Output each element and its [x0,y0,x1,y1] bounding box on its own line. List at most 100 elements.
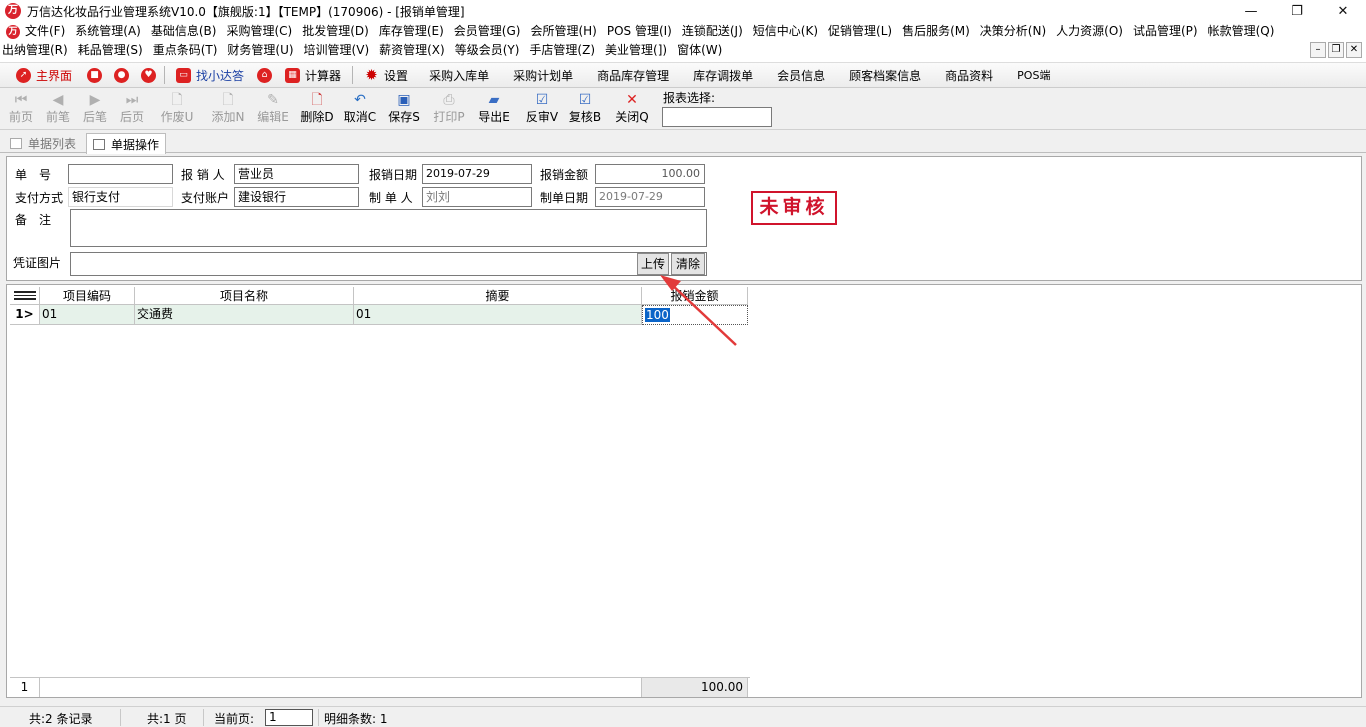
menu-item-14[interactable]: 决策分析(N) [975,22,1051,41]
menu-item-16[interactable]: 试品管理(P) [1128,22,1203,41]
grid-corner-icon[interactable] [10,287,40,305]
table-row[interactable]: 1> 01 交通费 01 100 [10,305,748,325]
col-header-name[interactable]: 项目名称 [135,287,354,305]
quick-link-3[interactable]: 商品库存管理 [585,63,681,87]
first-page-button[interactable]: ⏮ 前页 [3,91,39,129]
restore-button[interactable]: ❐ [1274,0,1320,22]
menu-item-17[interactable]: 帐款管理(Q) [1203,22,1280,41]
status-bar: 共:2 条记录 共:1 页 当前页: 1 明细条数: 1 [0,706,1366,727]
calculator-icon: ▦ [285,67,301,83]
menu-item-5[interactable]: 批发管理(D) [297,22,374,41]
menu-item-row2-2[interactable]: 耗品管理(S) [73,41,148,60]
grid-header: 项目编码 项目名称 摘要 报销金额 [10,287,748,305]
quick-link-7[interactable]: 商品资料 [933,63,1005,87]
menu-item-10[interactable]: 连锁配送(J) [677,22,748,41]
cell-amount[interactable]: 100 [642,305,748,325]
save-button[interactable]: ▣ 保存S [386,91,422,129]
menu-item-4[interactable]: 采购管理(C) [221,22,297,41]
menu-item-row2-8[interactable]: 手店管理(Z) [524,41,600,60]
tab-doc-list[interactable]: 单据列表 [4,133,82,153]
shield-button[interactable]: ♥ [135,63,162,87]
menu-item-12[interactable]: 促销管理(L) [823,22,897,41]
report-select-input[interactable] [662,107,772,127]
close-window-button[interactable]: ✕ [1320,0,1366,22]
cell-name[interactable]: 交通费 [135,305,354,325]
menu-item-11[interactable]: 短信中心(K) [748,22,823,41]
review-button[interactable]: ☑ 复核B [567,91,603,129]
menu-item-row2-3[interactable]: 重点条码(T) [148,41,223,60]
make-date-field: 2019-07-29 [595,187,705,207]
menu-item-row2-6[interactable]: 薪资管理(X) [374,41,450,60]
home-button[interactable]: ➚ 主界面 [7,63,81,87]
unaudited-stamp: 未审核 [751,191,837,225]
page-count: 共:1 页 [147,712,187,726]
cancel-button[interactable]: ↶ 取消C [342,91,378,129]
menu-item-9[interactable]: POS 管理(I) [602,22,677,41]
menu-item-3[interactable]: 基础信息(B) [146,22,222,41]
lock-icon: ■ [87,67,103,83]
col-header-amount[interactable]: 报销金额 [642,287,748,305]
applicant-label: 报 销 人 [181,168,225,182]
quick-link-4[interactable]: 库存调拨单 [681,63,765,87]
last-page-button[interactable]: ⏭ 后页 [114,91,150,129]
remark-textarea[interactable] [70,209,707,247]
clear-button[interactable]: 清除 [671,253,705,275]
close-form-button[interactable]: ✕ 关闭Q [614,91,650,129]
maker-field: 刘刘 [422,187,532,207]
menu-item-row2-7[interactable]: 等级会员(Y) [450,41,525,60]
settings-button[interactable]: ✹ 设置 [355,63,417,87]
list-icon [10,137,22,149]
lock-button[interactable]: ■ [81,63,108,87]
house-button[interactable]: ⌂ [253,63,276,87]
date-field[interactable]: 2019-07-29 [422,164,532,184]
tab-doc-operate[interactable]: 单据操作 [86,133,167,154]
mdi-restore-button[interactable]: ❐ [1328,42,1344,58]
menu-item-row2-9[interactable]: 美业管理(]) [600,41,672,60]
house-icon: ⌂ [257,67,273,83]
cell-code[interactable]: 01 [40,305,135,325]
doc-no-field[interactable] [68,164,173,184]
menu-item-8[interactable]: 会所管理(H) [525,22,601,41]
checkbox-icon: ☑ [578,92,592,108]
applicant-field[interactable]: 营业员 [234,164,359,184]
unaudit-button[interactable]: ☑ 反审V [524,91,560,129]
upload-button[interactable]: 上传 [637,253,669,275]
mdi-close-button[interactable]: ✕ [1346,42,1362,58]
next-record-button[interactable]: ▶ 后笔 [77,91,113,129]
find-helper-button[interactable]: ▭ 找小达答 [167,63,253,87]
menu-item-row2-5[interactable]: 培训管理(V) [299,41,375,60]
prev-record-button[interactable]: ◀ 前笔 [40,91,76,129]
minimize-button[interactable]: — [1228,0,1274,22]
current-page-input[interactable]: 1 [265,709,313,726]
print-button[interactable]: ⎙ 打印P [431,91,467,129]
menu-item-2[interactable]: 系统管理(A) [70,22,146,41]
col-header-code[interactable]: 项目编码 [40,287,135,305]
quick-link-5[interactable]: 会员信息 [765,63,837,87]
menu-item-1[interactable]: 文件(F) [20,22,70,41]
menu-item-7[interactable]: 会员管理(G) [449,22,526,41]
mdi-app-icon[interactable]: 万 [6,24,20,39]
quick-link-2[interactable]: 采购计划单 [501,63,585,87]
cell-summary[interactable]: 01 [354,305,642,325]
menu-item-row2-1[interactable]: 出纳管理(R) [0,41,73,60]
edit-button[interactable]: ✎ 编辑E [255,91,291,129]
menu-item-row2-4[interactable]: 财务管理(U) [222,41,298,60]
pay-method-select[interactable]: 银行支付 [68,187,173,207]
quick-link-8[interactable]: POS端 [1005,63,1062,87]
menu-item-6[interactable]: 库存管理(E) [374,22,449,41]
quick-link-6[interactable]: 顾客档案信息 [837,63,933,87]
calculator-button[interactable]: ▦ 计算器 [276,63,350,87]
chat-button[interactable]: ● [108,63,135,87]
quick-link-1[interactable]: 采购入库单 [417,63,501,87]
add-button[interactable]: 🗋 添加N [210,91,246,129]
menu-item-15[interactable]: 人力资源(O) [1051,22,1128,41]
delete-button[interactable]: 🗋 删除D [299,91,335,129]
export-button[interactable]: ▰ 导出E [476,91,512,129]
col-header-summary[interactable]: 摘要 [354,287,642,305]
void-button[interactable]: 🗋 作废U [159,91,195,129]
mdi-minimize-button[interactable]: – [1310,42,1326,58]
menu-item-13[interactable]: 售后服务(M) [897,22,975,41]
menu-item-row2-10[interactable]: 窗体(W) [672,41,727,60]
pay-account-field[interactable]: 建设银行 [234,187,359,207]
cell-amount-selected-text: 100 [645,308,670,322]
